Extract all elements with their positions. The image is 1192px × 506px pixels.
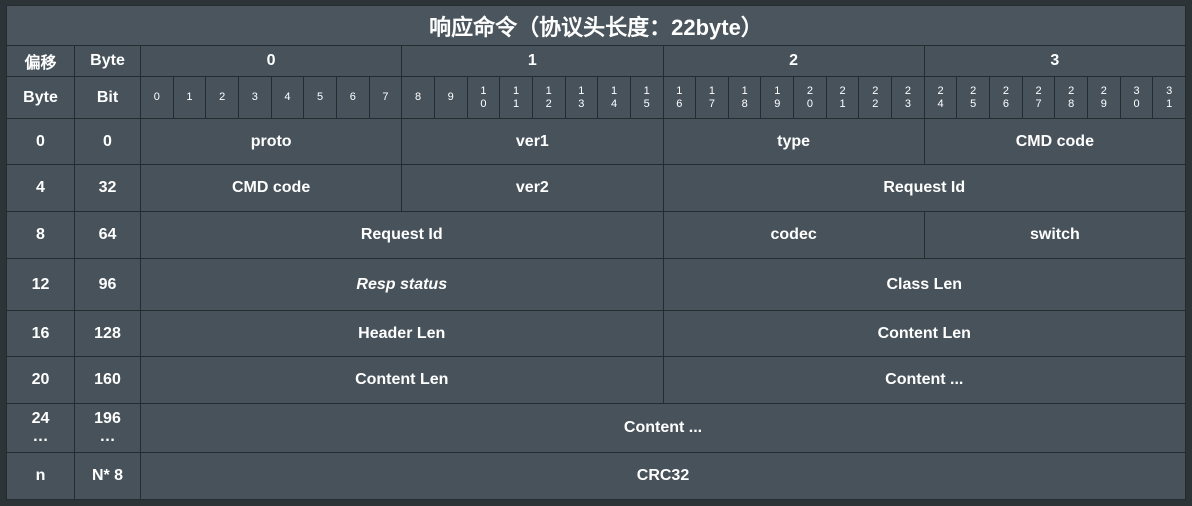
- bit-index-30: 30: [1119, 76, 1154, 119]
- field-row: n N* 8 CRC32: [6, 452, 1186, 500]
- bit-offset: 64: [74, 211, 141, 259]
- byte-offset: n: [6, 452, 75, 500]
- bit-index-18: 18: [727, 76, 762, 119]
- field-cell: Request Id: [140, 211, 664, 259]
- field-cell: ver1: [401, 118, 664, 165]
- bit-offset: 96: [74, 258, 141, 311]
- bit-index-3: 3: [237, 76, 272, 119]
- field-cell: Class Len: [662, 258, 1186, 311]
- field-cell: ver2: [401, 164, 664, 212]
- bit-index-row: Byte Bit 0123456789101112131415161718192…: [6, 76, 1186, 119]
- bit-index-8: 8: [401, 76, 435, 119]
- byte-col-2: 2: [662, 45, 925, 77]
- field-cell: Header Len: [140, 310, 664, 357]
- bit-index-16: 16: [662, 76, 697, 119]
- bit-column-header: Bit: [74, 76, 141, 119]
- bit-index-13: 13: [564, 76, 599, 119]
- protocol-header-table: 响应命令（协议头长度：22byte） 偏移 Byte 0 1 2 3 Byte …: [6, 5, 1187, 500]
- bit-index-31: 31: [1152, 76, 1186, 119]
- field-row: 20 160 Content Len Content ...: [6, 356, 1186, 404]
- bit-offset: 0: [74, 118, 141, 165]
- field-cell: CMD code: [923, 118, 1187, 165]
- offset-label: 偏移: [6, 45, 75, 77]
- field-row: 8 64 Request Id codec switch: [6, 211, 1187, 259]
- byte-offset: 24…: [6, 403, 75, 453]
- bit-index-28: 28: [1054, 76, 1089, 119]
- bit-index-9: 9: [433, 76, 468, 119]
- byte-label: Byte: [74, 45, 141, 77]
- bit-index-22: 22: [858, 76, 893, 119]
- field-cell: Content Len: [140, 356, 664, 404]
- byte-index-row: 偏移 Byte 0 1 2 3: [6, 45, 1187, 77]
- field-cell: type: [662, 118, 925, 165]
- field-cell: switch: [923, 211, 1187, 259]
- bit-index-20: 20: [793, 76, 827, 119]
- field-row: 0 0 proto ver1 type CMD code: [6, 118, 1187, 165]
- field-row: 24… 196… Content ...: [6, 403, 1186, 453]
- title-row: 响应命令（协议头长度：22byte）: [6, 5, 1186, 46]
- bit-index-21: 21: [825, 76, 860, 119]
- bit-index-23: 23: [891, 76, 925, 119]
- bit-offset: 128: [74, 310, 141, 357]
- field-cell: Content ...: [140, 403, 1186, 453]
- byte-col-1: 1: [401, 45, 664, 77]
- bit-index-14: 14: [597, 76, 631, 119]
- byte-offset: 12: [6, 258, 75, 311]
- byte-col-0: 0: [139, 45, 403, 77]
- byte-offset: 20: [6, 356, 75, 404]
- field-cell: CRC32: [140, 452, 1186, 500]
- bit-index-11: 11: [499, 76, 533, 119]
- field-cell: Content ...: [662, 356, 1186, 404]
- bit-index-19: 19: [760, 76, 795, 119]
- bit-index-24: 24: [923, 76, 958, 119]
- byte-offset: 16: [6, 310, 75, 357]
- byte-column-header: Byte: [6, 76, 75, 119]
- bit-index-0: 0: [140, 76, 174, 119]
- field-row: 16 128 Header Len Content Len: [6, 310, 1186, 357]
- bit-index-5: 5: [303, 76, 337, 119]
- bit-offset: 32: [74, 164, 141, 212]
- bit-index-27: 27: [1021, 76, 1056, 119]
- bit-index-10: 10: [466, 76, 501, 119]
- byte-offset: 8: [6, 211, 75, 259]
- bit-index-29: 29: [1087, 76, 1121, 119]
- field-cell: Resp status: [140, 258, 664, 311]
- bit-index-1: 1: [172, 76, 207, 119]
- field-cell: Request Id: [662, 164, 1186, 212]
- field-cell: CMD code: [139, 164, 403, 212]
- byte-offset: 0: [6, 118, 75, 165]
- bit-index-25: 25: [956, 76, 991, 119]
- bit-index-6: 6: [335, 76, 370, 119]
- byte-offset: 4: [6, 164, 75, 212]
- bit-index-15: 15: [629, 76, 664, 119]
- field-row: 4 32 CMD code ver2 Request Id: [6, 164, 1186, 212]
- bit-index-17: 17: [695, 76, 729, 119]
- bit-offset: N* 8: [74, 452, 141, 500]
- byte-col-3: 3: [923, 45, 1187, 77]
- field-cell: Content Len: [662, 310, 1186, 357]
- bit-index-4: 4: [270, 76, 305, 119]
- bit-index-12: 12: [531, 76, 566, 119]
- field-row: 12 96 Resp status Class Len: [6, 258, 1186, 311]
- bit-offset: 196…: [74, 403, 141, 453]
- bit-index-2: 2: [205, 76, 239, 119]
- field-cell: proto: [139, 118, 403, 165]
- bit-offset: 160: [74, 356, 141, 404]
- bit-index-26: 26: [989, 76, 1023, 119]
- field-cell: codec: [662, 211, 925, 259]
- bit-index-7: 7: [368, 76, 403, 119]
- table-title: 响应命令（协议头长度：22byte）: [6, 5, 1186, 46]
